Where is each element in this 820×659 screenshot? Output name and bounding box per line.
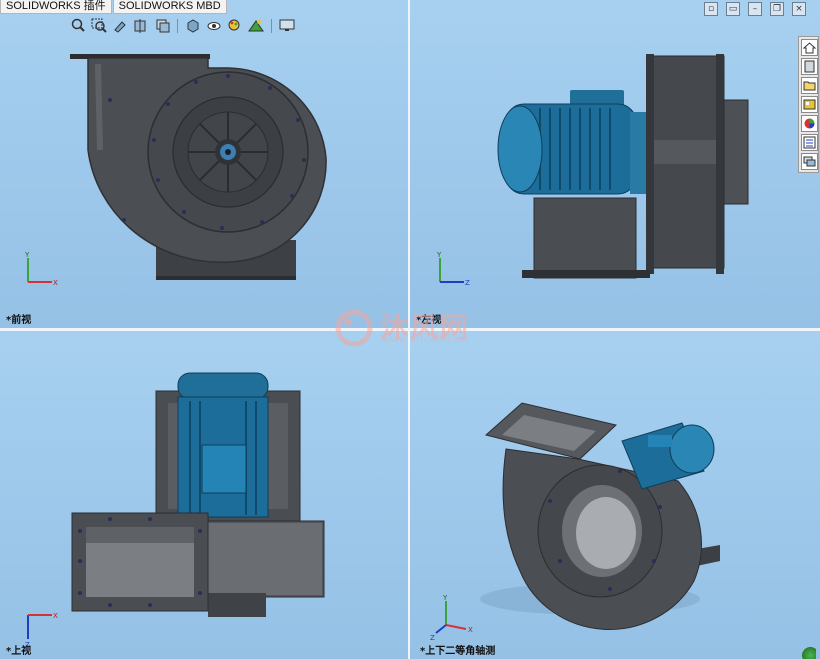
viewport-divider-horizontal[interactable]	[0, 328, 820, 331]
svg-text:X: X	[468, 626, 473, 634]
apply-scene-icon[interactable]	[248, 18, 264, 33]
svg-text:Y: Y	[24, 251, 30, 259]
svg-text:Z: Z	[430, 634, 435, 641]
axis-triad: Y X Z	[430, 594, 473, 641]
viewport-label-top: *上视	[6, 646, 32, 657]
viewport-front[interactable]: Y X *前视	[0, 0, 408, 328]
previous-view-icon[interactable]	[112, 18, 128, 33]
axis-triad: Y Z	[436, 251, 470, 287]
tab-solidworks-mbd[interactable]: SOLIDWORKS MBD	[112, 0, 227, 14]
window-controls: ▫ ▭ – ❐ ×	[704, 2, 820, 16]
svg-text:Y: Y	[442, 594, 448, 602]
custom-properties-icon[interactable]	[801, 134, 818, 151]
link-views-icon[interactable]: ▭	[726, 2, 740, 16]
viewport-label-front: *前视	[6, 315, 32, 326]
zoom-area-icon[interactable]	[91, 18, 107, 33]
hide-show-icon[interactable]	[206, 18, 222, 33]
close-icon[interactable]: ×	[792, 2, 806, 16]
home-icon[interactable]	[801, 39, 818, 56]
tab-solidworks-addins[interactable]: SOLIDWORKS 插件	[0, 0, 112, 14]
tile-view-icon[interactable]: ▫	[704, 2, 718, 16]
view-settings-icon[interactable]	[279, 18, 295, 33]
heads-up-view-toolbar	[70, 18, 295, 33]
section-view-icon[interactable]	[133, 18, 149, 33]
toolbar-separator	[177, 18, 178, 33]
viewport-top[interactable]: Z X *上视	[0, 331, 408, 659]
restore-icon[interactable]: ❐	[770, 2, 784, 16]
viewport-left[interactable]: Y Z *左视 ▫ ▭ – ❐ ×	[410, 0, 820, 328]
viewport-label-left: *左视	[416, 315, 442, 326]
viewport-label-isometric: *上下二等角轴测	[420, 646, 496, 657]
view-orientation-icon[interactable]	[154, 18, 170, 33]
svg-text:X: X	[53, 279, 58, 287]
forum-icon[interactable]	[801, 153, 818, 170]
edit-appearance-icon[interactable]	[227, 18, 243, 33]
status-globe-icon	[802, 647, 816, 659]
zoom-to-fit-icon[interactable]	[70, 18, 86, 33]
command-manager-tabs: SOLIDWORKS 插件 SOLIDWORKS MBD	[0, 0, 227, 14]
view-palette-icon[interactable]	[801, 96, 818, 113]
file-explorer-icon[interactable]	[801, 77, 818, 94]
task-pane	[798, 36, 819, 173]
display-style-icon[interactable]	[185, 18, 201, 33]
toolbar-separator	[271, 18, 272, 33]
svg-text:X: X	[53, 612, 58, 620]
viewport-isometric[interactable]: Y X Z *上下二等角轴测	[410, 331, 820, 659]
svg-text:Z: Z	[465, 279, 470, 287]
svg-text:Y: Y	[436, 251, 442, 259]
axis-triad: Y X	[24, 251, 58, 287]
resources-icon[interactable]	[801, 58, 818, 75]
appearances-icon[interactable]	[801, 115, 818, 132]
minimize-icon[interactable]: –	[748, 2, 762, 16]
